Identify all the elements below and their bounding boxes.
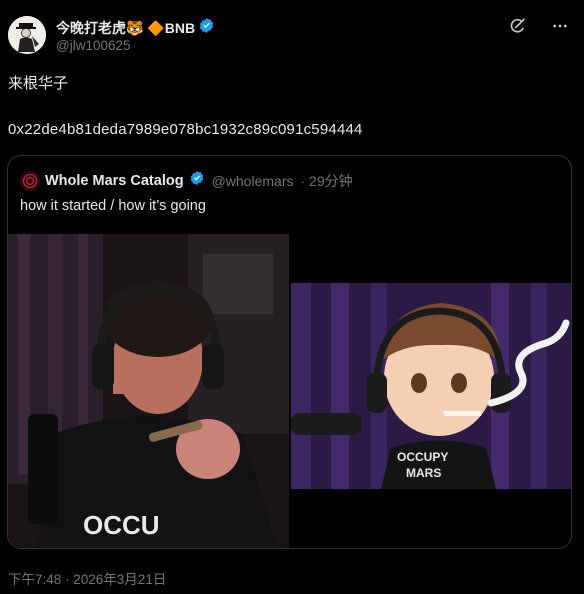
verified-badge-icon xyxy=(198,17,215,39)
author-display-name[interactable]: 今晚打老虎🐯 🔶BNB xyxy=(56,18,195,38)
right-shirt-text-2: MARS xyxy=(406,466,441,480)
quoted-author-avatar[interactable] xyxy=(20,170,40,191)
post-text-line1: 来根华子 xyxy=(8,75,69,92)
more-icon[interactable] xyxy=(550,16,570,36)
quoted-text: how it started / how it’s going xyxy=(20,198,206,214)
tweet: 今晚打老虎🐯 🔶BNB @jlw100625 来根华子 0x22de4b81de… xyxy=(0,0,584,594)
media-left-image[interactable]: OCCU xyxy=(8,234,289,548)
author-avatar[interactable] xyxy=(8,16,46,54)
quoted-time: · 29分钟 xyxy=(300,172,353,189)
author-handle[interactable]: @jlw100625 xyxy=(56,38,131,53)
top-actions xyxy=(508,16,570,36)
grok-icon[interactable] xyxy=(508,16,528,36)
post-text-line2: 0x22de4b81deda7989e078bc1932c89c091c5944… xyxy=(8,121,363,138)
quoted-tweet[interactable]: Whole Mars Catalog @wholemars · 29分钟 how… xyxy=(7,155,572,549)
quoted-handle[interactable]: @wholemars xyxy=(212,173,294,189)
post-timestamp[interactable]: 下午7:48 · 2026年3月21日 xyxy=(8,568,166,588)
author-name-row[interactable]: 今晚打老虎🐯 🔶BNB xyxy=(56,17,215,39)
media-right-image[interactable]: OCCUPY MARS xyxy=(291,283,571,489)
quoted-media[interactable]: OCCU OCCUPY MARS xyxy=(8,232,571,548)
quoted-author-row: Whole Mars Catalog @wholemars · 29分钟 xyxy=(20,170,353,191)
quoted-verified-badge-icon xyxy=(189,170,205,191)
right-shirt-text-1: OCCUPY xyxy=(397,450,448,464)
left-shirt-text: OCCU xyxy=(83,510,160,540)
quoted-display-name[interactable]: Whole Mars Catalog xyxy=(45,173,184,189)
